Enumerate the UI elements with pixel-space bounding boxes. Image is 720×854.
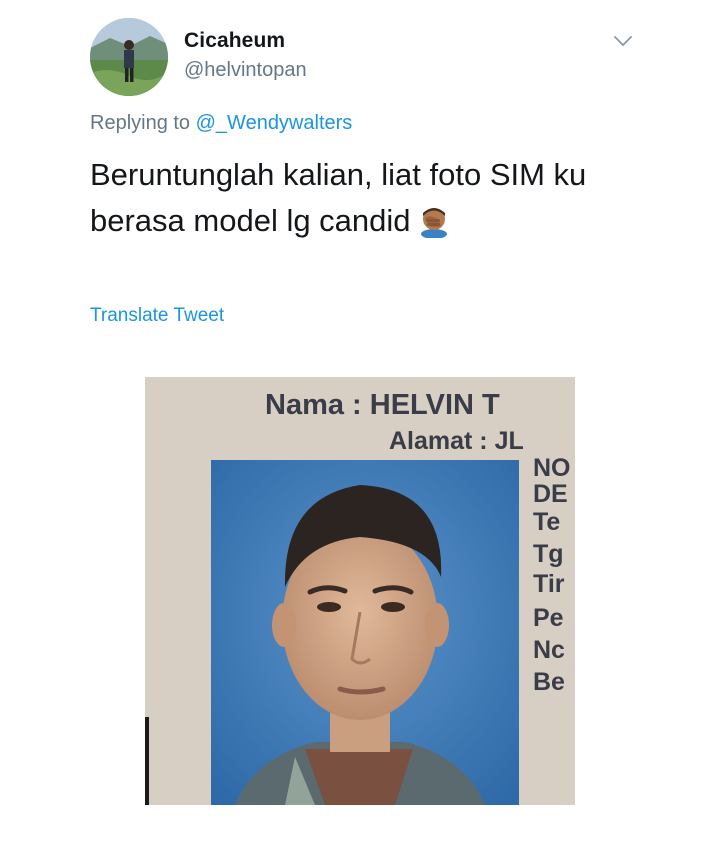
card-fragment: Pe bbox=[533, 604, 564, 632]
tweet-text-line-1: Beruntunglah kalian, liat foto SIM ku bbox=[90, 157, 587, 192]
card-alamat-text: Alamat : JL bbox=[389, 427, 524, 455]
tweet-text: Beruntunglah kalian, liat foto SIM ku be… bbox=[90, 152, 650, 244]
card-fragment: NO bbox=[533, 454, 571, 482]
face-palm-emoji-icon bbox=[417, 204, 451, 239]
avatar[interactable] bbox=[90, 18, 168, 96]
tweet-photo[interactable]: Nama : HELVIN T Alamat : JL NO DE Te Tg … bbox=[145, 377, 575, 805]
avatar-image bbox=[90, 18, 168, 96]
chevron-down-icon[interactable] bbox=[612, 30, 634, 52]
tweet-text-line-2: berasa model lg candid bbox=[90, 198, 650, 244]
tweet-text-line-2-text: berasa model lg candid bbox=[90, 203, 411, 238]
reply-mention-link[interactable]: @_Wendywalters bbox=[196, 112, 353, 134]
card-fragment: Nc bbox=[533, 636, 565, 664]
card-fragment: Be bbox=[533, 668, 565, 696]
replying-to: Replying to @_Wendywalters bbox=[90, 112, 352, 135]
card-fragment: Te bbox=[533, 508, 561, 536]
user-handle[interactable]: @helvintopan bbox=[184, 59, 307, 82]
reply-prefix: Replying to bbox=[90, 112, 191, 134]
card-nama-text: Nama : HELVIN T bbox=[265, 389, 500, 421]
display-name[interactable]: Cicaheum bbox=[184, 29, 285, 53]
card-fragment: DE bbox=[533, 480, 568, 508]
translate-tweet-link[interactable]: Translate Tweet bbox=[90, 305, 224, 327]
card-fragment: Tg bbox=[533, 540, 564, 568]
card-fragment: Tir bbox=[533, 570, 565, 598]
